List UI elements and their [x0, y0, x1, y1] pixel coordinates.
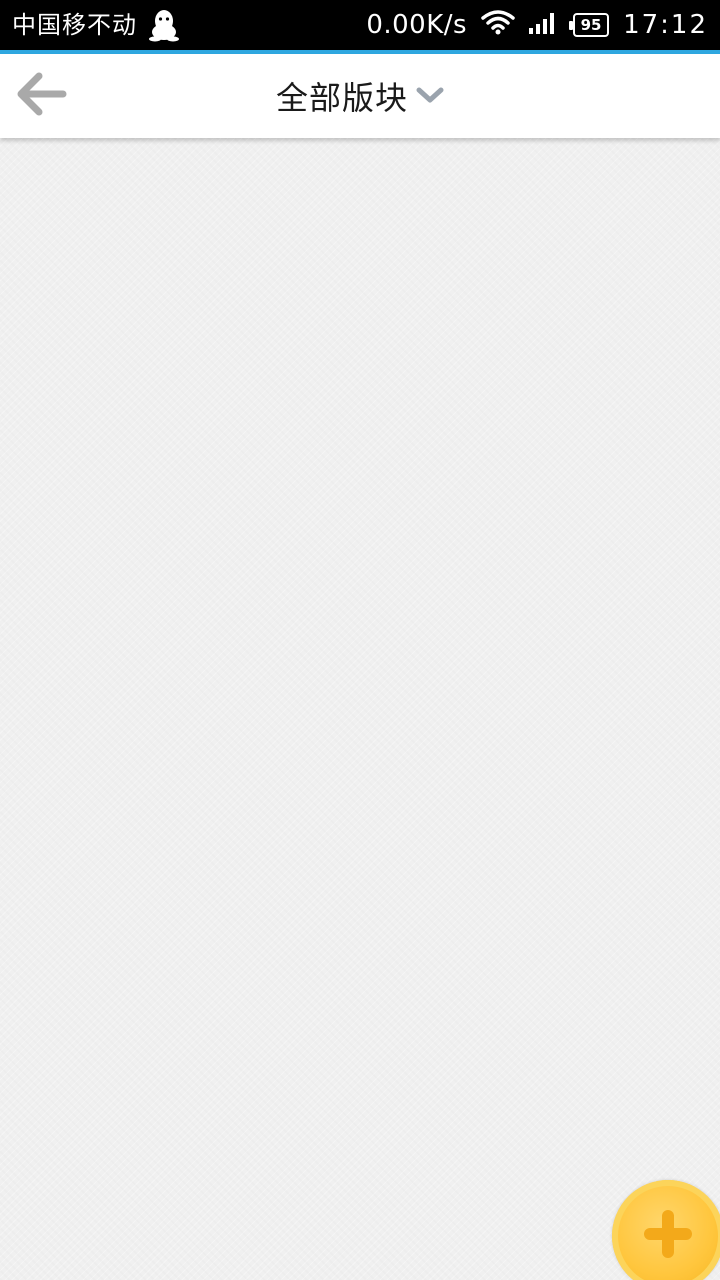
signal-icon	[529, 10, 559, 41]
section-selector[interactable]: 全部版块	[276, 73, 444, 119]
arrow-left-icon	[15, 70, 69, 122]
screen: 中国移不动 0.00K/s 95 17:12 全部版块	[0, 0, 720, 1280]
clock: 17:12	[623, 10, 708, 40]
content-area	[0, 142, 720, 1280]
page-title: 全部版块	[275, 79, 408, 117]
qq-penguin-icon	[149, 8, 179, 42]
chevron-down-icon	[416, 87, 444, 109]
status-indicators: 0.00K/s 95 17:12	[366, 9, 708, 42]
network-speed: 0.00K/s	[366, 10, 468, 40]
wifi-icon	[481, 9, 515, 42]
carrier-name: 中国移不动	[12, 11, 137, 39]
plus-icon	[638, 1204, 698, 1268]
title-bar: 全部版块	[0, 54, 720, 138]
status-bar: 中国移不动 0.00K/s 95 17:12	[0, 0, 720, 54]
add-post-button[interactable]	[612, 1180, 720, 1280]
back-button[interactable]	[14, 70, 70, 122]
battery-indicator: 95	[569, 13, 610, 37]
battery-level: 95	[580, 15, 602, 34]
